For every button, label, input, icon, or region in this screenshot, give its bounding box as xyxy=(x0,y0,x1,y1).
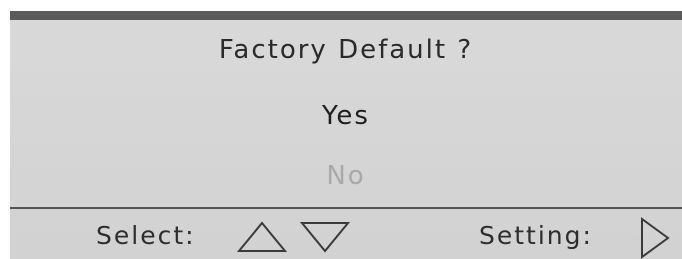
up-triangle-icon[interactable] xyxy=(236,220,288,254)
select-label: Select: xyxy=(96,221,196,250)
down-triangle-icon[interactable] xyxy=(299,220,351,254)
top-bar xyxy=(10,11,682,20)
right-triangle-icon[interactable] xyxy=(638,216,672,259)
screen: Factory Default ? Yes No Select: Setting… xyxy=(0,0,682,259)
dialog-title: Factory Default ? xyxy=(218,35,474,65)
setting-label: Setting: xyxy=(479,221,593,250)
dialog-panel: Factory Default ? Yes No Select: Setting… xyxy=(10,11,682,259)
footer-divider xyxy=(10,207,682,209)
option-no[interactable]: No xyxy=(10,161,682,191)
option-yes[interactable]: Yes xyxy=(10,101,682,131)
